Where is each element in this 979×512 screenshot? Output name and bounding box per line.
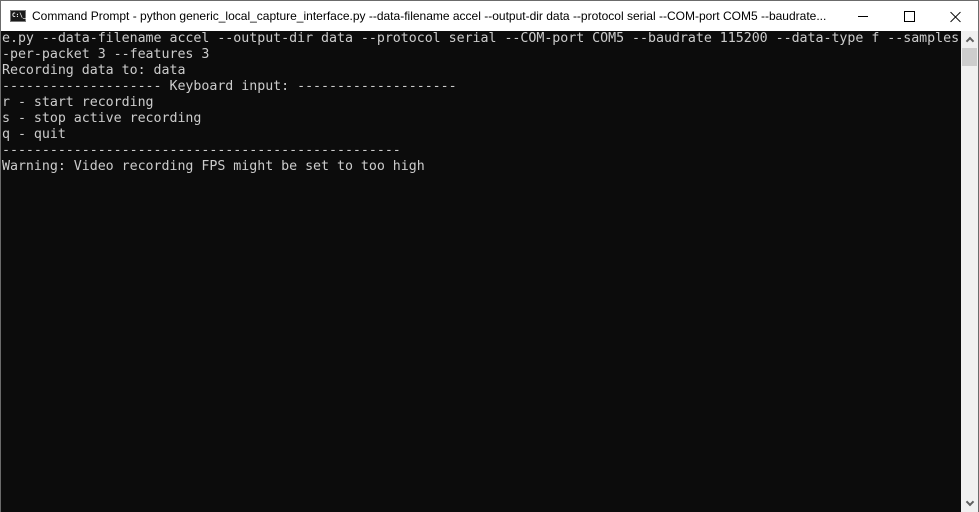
minimize-icon (858, 15, 868, 17)
console-line: Recording data to: data (2, 63, 186, 78)
close-icon (950, 11, 961, 22)
console-line: -per-packet 3 --features 3 (2, 47, 210, 62)
console-line: -------------------- Keyboard input: ---… (2, 79, 457, 94)
vertical-scrollbar[interactable] (961, 31, 978, 512)
scroll-down-button[interactable] (961, 495, 978, 512)
maximize-button[interactable] (886, 1, 932, 31)
title-bar[interactable]: C:\_ Command Prompt - python generic_loc… (1, 1, 978, 31)
scrollbar-thumb[interactable] (962, 48, 977, 66)
cmd-icon-text: C:\_ (12, 12, 27, 19)
console-line: r - start recording (2, 95, 154, 110)
console-line: ----------------------------------------… (2, 143, 401, 158)
cmd-icon: C:\_ (10, 10, 26, 22)
console-line: Warning: Video recording FPS might be se… (2, 159, 425, 174)
close-button[interactable] (932, 1, 978, 31)
command-prompt-window: C:\_ Command Prompt - python generic_loc… (0, 0, 979, 512)
console-line: s - stop active recording (2, 111, 202, 126)
maximize-icon (903, 10, 915, 22)
chevron-down-icon (965, 497, 974, 507)
window-title: Command Prompt - python generic_local_ca… (32, 9, 827, 23)
chevron-up-icon (965, 36, 974, 46)
console-line: q - quit (2, 127, 66, 142)
console-line: e.py --data-filename accel --output-dir … (2, 31, 960, 46)
scroll-up-button[interactable] (961, 31, 978, 48)
console-output[interactable]: e.py --data-filename accel --output-dir … (1, 31, 961, 512)
minimize-button[interactable] (840, 1, 886, 31)
